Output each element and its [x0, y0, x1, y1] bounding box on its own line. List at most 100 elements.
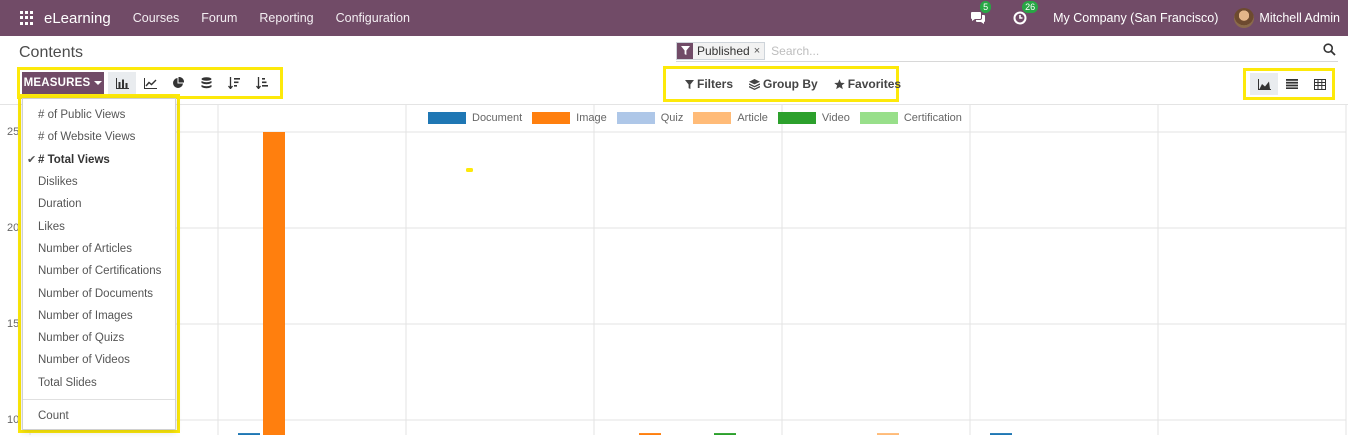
measure-option-label: Total Slides	[38, 377, 97, 389]
legend-label: Certification	[903, 112, 962, 124]
measure-option-label: Number of Documents	[38, 288, 154, 300]
legend-item[interactable]: Article	[693, 112, 768, 124]
messages-count-badge: 5	[980, 1, 992, 13]
measures-button[interactable]: MEASURES	[22, 72, 104, 94]
sort-descending-icon	[228, 77, 240, 89]
graph-chart: Document Image Quiz Article Video Certificati…	[0, 105, 1348, 435]
view-switcher	[1250, 73, 1334, 95]
legend-item[interactable]: Quiz	[616, 112, 684, 124]
measure-option-label: # of Public Views	[38, 109, 126, 121]
favorites-label: Favorites	[847, 77, 902, 91]
chart-legend: Document Image Quiz Article Video Certificati…	[428, 112, 972, 124]
user-avatar[interactable]	[1234, 8, 1255, 28]
bar-chart-icon	[115, 77, 129, 89]
measure-option[interactable]: Number of Certifications	[23, 261, 175, 281]
menu-courses[interactable]: Courses	[133, 11, 180, 25]
legend-label: Image	[576, 112, 607, 124]
facet-remove-icon[interactable]: ×	[753, 42, 765, 59]
pivot-view-button[interactable]	[1306, 73, 1334, 95]
table-icon	[1314, 78, 1326, 90]
legend-swatch	[616, 112, 655, 124]
search-facet[interactable]: Published ×	[676, 41, 766, 60]
menu-reporting[interactable]: Reporting	[259, 11, 313, 25]
menu-configuration[interactable]: Configuration	[336, 11, 410, 25]
filter-icon	[677, 42, 693, 59]
menu-forum[interactable]: Forum	[201, 11, 237, 25]
legend-item[interactable]: Image	[532, 112, 607, 124]
measure-option[interactable]: Likes	[23, 217, 175, 237]
chat-icon	[971, 12, 986, 24]
measure-option[interactable]: Number of Quizs	[23, 328, 175, 348]
list-view-button[interactable]	[1278, 73, 1306, 95]
sort-ascending-button[interactable]	[248, 72, 276, 94]
measure-count[interactable]: Count	[23, 406, 175, 426]
measure-option-label: Duration	[38, 198, 82, 210]
measure-option[interactable]: Total Slides	[23, 373, 175, 393]
stack-icon	[201, 77, 211, 89]
clock-icon	[1013, 11, 1027, 25]
search-icon[interactable]	[1323, 43, 1336, 56]
filters-label: Filters	[697, 77, 734, 91]
app-name[interactable]: eLearning	[44, 10, 111, 27]
measure-option[interactable]: ✔ # Total Views	[23, 150, 175, 170]
measure-option[interactable]: Number of Images	[23, 306, 175, 326]
checkmark-icon: ✔	[27, 154, 37, 166]
legend-swatch	[532, 112, 571, 124]
line-chart-icon	[143, 77, 157, 89]
sort-ascending-icon	[256, 77, 268, 89]
caret-down-icon	[94, 81, 103, 85]
legend-swatch	[428, 112, 466, 124]
page-title: Contents	[19, 44, 84, 61]
measure-option-label: Number of Quizs	[38, 332, 125, 344]
line-chart-button[interactable]	[136, 72, 164, 94]
measures-label: MEASURES	[23, 77, 91, 89]
legend-item[interactable]: Certification	[859, 112, 962, 124]
measure-option[interactable]: Number of Documents	[23, 284, 175, 304]
user-menu[interactable]: Mitchell Admin	[1259, 11, 1340, 25]
favorites-dropdown[interactable]: Favorites	[833, 77, 902, 91]
layers-icon	[749, 78, 761, 90]
measure-option-label: Number of Articles	[38, 243, 132, 255]
search-options-bar: Filters Group By Favorites	[668, 71, 901, 97]
measure-option-label: Number of Images	[38, 310, 133, 322]
measure-option-label: Number of Videos	[38, 354, 130, 366]
measure-option[interactable]: # of Public Views	[23, 105, 175, 125]
legend-label: Article	[737, 112, 768, 124]
measure-option[interactable]: Duration	[23, 194, 175, 214]
legend-swatch	[693, 112, 732, 124]
list-icon	[1286, 79, 1298, 89]
company-switcher[interactable]: My Company (San Francisco)	[1053, 11, 1218, 25]
chart-canvas	[29, 105, 1347, 435]
pie-chart-button[interactable]	[164, 72, 192, 94]
stacked-button[interactable]	[192, 72, 220, 94]
filters-dropdown[interactable]: Filters	[685, 77, 733, 91]
search-input[interactable]: Search...	[771, 44, 819, 58]
bar-chart-button[interactable]	[108, 72, 136, 94]
bar-image[interactable]	[263, 132, 285, 435]
measure-option[interactable]: Number of Articles	[23, 239, 175, 259]
graph-view-button[interactable]	[1250, 73, 1278, 95]
search-bar: Published × Search...	[676, 40, 1338, 62]
legend-swatch	[859, 112, 898, 124]
activities-button[interactable]: 26	[1011, 1, 1039, 27]
sort-descending-button[interactable]	[220, 72, 248, 94]
legend-item[interactable]: Document	[428, 112, 522, 124]
measure-option-label: # Total Views	[38, 154, 110, 166]
legend-label: Quiz	[660, 112, 684, 124]
legend-swatch	[777, 112, 816, 124]
activities-count-badge: 26	[1022, 1, 1039, 13]
legend-label: Document	[472, 112, 523, 124]
legend-item[interactable]: Video	[777, 112, 850, 124]
groupby-label: Group By	[763, 77, 818, 91]
legend-label: Video	[821, 112, 850, 124]
measure-option[interactable]: # of Website Views	[23, 127, 175, 147]
area-chart-icon	[1257, 78, 1271, 90]
measure-option-label: # of Website Views	[38, 131, 136, 143]
measure-option[interactable]: Dislikes	[23, 172, 175, 192]
groupby-dropdown[interactable]: Group By	[749, 77, 818, 91]
measure-option[interactable]: Number of Videos	[23, 350, 175, 370]
messages-button[interactable]: 5	[969, 1, 992, 27]
facet-label: Published	[693, 42, 754, 59]
apps-menu-icon[interactable]	[20, 11, 34, 25]
measure-option-label: Likes	[38, 221, 65, 233]
